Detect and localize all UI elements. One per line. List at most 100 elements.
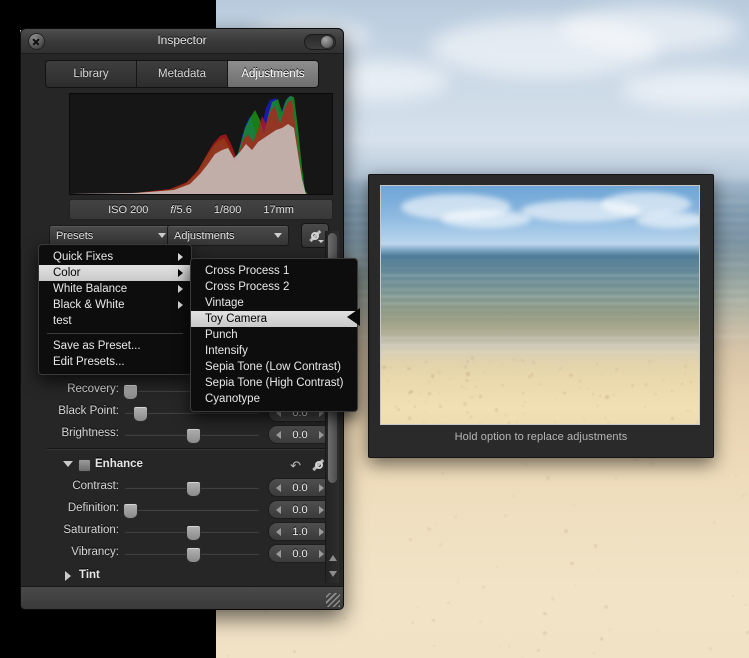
slider-thumb[interactable] — [123, 384, 138, 400]
menu-item-intensify[interactable]: Intensify — [191, 343, 357, 359]
value-stepper[interactable]: 1.0 — [268, 522, 332, 541]
toggle-switch-icon[interactable] — [304, 34, 336, 50]
stepper-increment-icon[interactable] — [319, 550, 324, 558]
menu-item-cross-process-2[interactable]: Cross Process 2 — [191, 279, 357, 295]
sand-speck — [672, 359, 673, 360]
menu-item-sepia-tone-low-contrast[interactable]: Sepia Tone (Low Contrast) — [191, 359, 357, 375]
value-text: 0.0 — [292, 548, 307, 560]
menu-item-quick-fixes[interactable]: Quick Fixes — [39, 249, 191, 265]
presets-menu[interactable]: Quick Fixes Color White Balance Black & … — [38, 244, 192, 375]
wave-line — [381, 281, 699, 283]
sand-speck — [438, 372, 440, 374]
stepper-decrement-icon[interactable] — [276, 484, 281, 492]
preset-toolbar[interactable]: Presets Adjustments — [49, 225, 333, 245]
menu-item-white-balance[interactable]: White Balance — [39, 281, 191, 297]
adjustments-dropdown[interactable]: Adjustments — [167, 225, 289, 246]
color-submenu[interactable]: Cross Process 1 Cross Process 2 Vintage … — [190, 258, 358, 412]
gear-icon[interactable] — [313, 459, 325, 471]
triangle-right-icon[interactable] — [65, 571, 71, 581]
stepper-decrement-icon[interactable] — [276, 431, 281, 439]
revert-arrow-icon[interactable]: ↶ — [290, 458, 301, 474]
sand-speck — [425, 401, 427, 403]
sand-speck — [537, 649, 539, 651]
window-titlebar[interactable]: Inspector — [21, 29, 343, 54]
menu-item-punch[interactable]: Punch — [191, 327, 357, 343]
preview-panel[interactable]: Hold option to replace adjustments — [368, 174, 714, 458]
sand-speck — [528, 375, 531, 378]
value-stepper[interactable]: 0.0 — [268, 425, 332, 444]
sand-speck — [743, 424, 745, 426]
menu-item-black-and-white[interactable]: Black & White — [39, 297, 191, 313]
menu-item-toy-camera[interactable]: Toy Camera — [191, 311, 357, 327]
tab-adjustments[interactable]: Adjustments — [228, 61, 318, 87]
stepper-increment-icon[interactable] — [319, 528, 324, 536]
sand-speck — [523, 413, 525, 415]
slider-row-contrast[interactable]: Contrast: 0.0 — [21, 477, 343, 499]
presets-dropdown[interactable]: Presets — [49, 225, 173, 246]
histogram — [69, 93, 333, 195]
slider-thumb[interactable] — [186, 525, 201, 541]
slider-thumb[interactable] — [186, 547, 201, 563]
resize-grip-icon[interactable] — [326, 593, 340, 607]
section-header-enhance[interactable]: Enhance ↶ — [21, 455, 343, 475]
sand-speck — [671, 417, 674, 420]
slider-thumb[interactable] — [133, 406, 148, 422]
sand-speck — [684, 365, 687, 368]
menu-item-sepia-tone-high-contrast[interactable]: Sepia Tone (High Contrast) — [191, 375, 357, 391]
sand-speck — [564, 529, 568, 533]
sand-speck — [471, 356, 474, 359]
sand-speck — [466, 360, 469, 363]
slider-row-brightness[interactable]: Brightness: 0.0 — [21, 424, 343, 446]
stepper-increment-icon[interactable] — [319, 484, 324, 492]
sand-speck — [385, 458, 386, 459]
slider-row-saturation[interactable]: Saturation: 1.0 — [21, 521, 343, 543]
stepper-decrement-icon[interactable] — [276, 550, 281, 558]
submenu-arrow-icon — [178, 285, 183, 293]
slider-thumb[interactable] — [123, 503, 138, 519]
value-stepper[interactable]: 0.0 — [268, 500, 332, 519]
sand-speck — [435, 370, 438, 373]
scroll-down-icon[interactable] — [329, 571, 337, 577]
stepper-increment-icon[interactable] — [319, 431, 324, 439]
inspector-tabs[interactable]: Library Metadata Adjustments — [45, 60, 319, 88]
menu-item-test[interactable]: test — [39, 313, 191, 329]
sand-speck — [604, 605, 608, 609]
sand-speck — [485, 508, 486, 509]
menu-item-edit-presets[interactable]: Edit Presets... — [39, 354, 191, 370]
sand-speck — [671, 381, 673, 383]
triangle-down-icon[interactable] — [63, 461, 73, 467]
sand-speck — [479, 620, 482, 623]
sand-speck — [716, 381, 717, 382]
sand-speck — [664, 465, 665, 466]
sand-speck — [745, 604, 746, 605]
stepper-increment-icon[interactable] — [319, 506, 324, 514]
sand-speck — [428, 381, 430, 383]
slider-track[interactable] — [125, 509, 259, 511]
menu-item-color[interactable]: Color — [39, 265, 191, 281]
slider-row-vibrancy[interactable]: Vibrancy: 0.0 — [21, 543, 343, 565]
stepper-decrement-icon[interactable] — [276, 528, 281, 536]
slider-thumb[interactable] — [186, 428, 201, 444]
menu-item-cyanotype[interactable]: Cyanotype — [191, 391, 357, 407]
menu-separator — [47, 333, 183, 334]
checkbox-checked-icon[interactable] — [78, 459, 91, 472]
scroll-up-icon[interactable] — [329, 555, 337, 561]
tab-metadata[interactable]: Metadata — [137, 61, 228, 87]
sand-speck — [631, 384, 634, 387]
sand-speck — [407, 424, 411, 425]
slider-thumb[interactable] — [186, 481, 201, 497]
menu-item-cross-process-1[interactable]: Cross Process 1 — [191, 263, 357, 279]
value-text: 0.0 — [292, 482, 307, 494]
menu-item-vintage[interactable]: Vintage — [191, 295, 357, 311]
sand-speck — [343, 617, 347, 621]
section-header-tint[interactable]: Tint — [21, 566, 343, 586]
stepper-decrement-icon[interactable] — [276, 506, 281, 514]
submenu-arrow-icon — [178, 253, 183, 261]
menu-item-save-as-preset[interactable]: Save as Preset... — [39, 338, 191, 354]
tab-library[interactable]: Library — [46, 61, 137, 87]
sand-speck — [425, 361, 427, 363]
value-stepper[interactable]: 0.0 — [268, 544, 332, 563]
sand-speck — [605, 417, 607, 419]
slider-row-definition[interactable]: Definition: 0.0 — [21, 499, 343, 521]
value-stepper[interactable]: 0.0 — [268, 478, 332, 497]
